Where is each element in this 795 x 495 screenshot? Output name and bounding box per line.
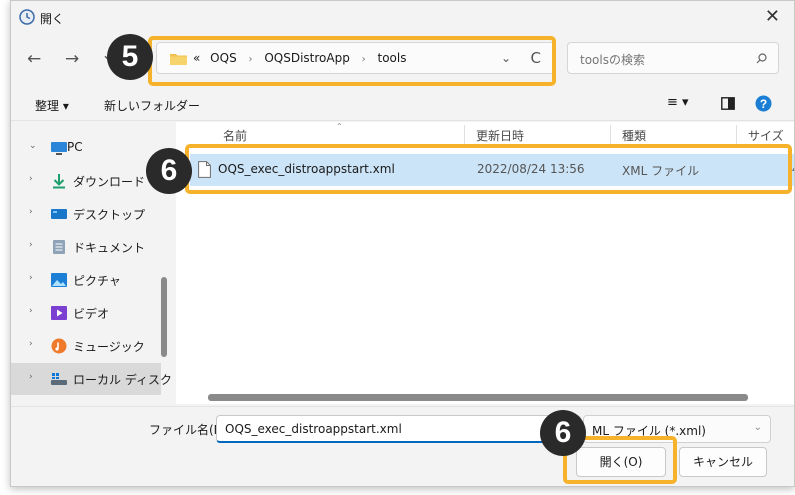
command-bar: 整理 ▾ 新しいフォルダー ≡ ▾ ? xyxy=(11,87,794,121)
view-options-menu[interactable]: ≡ ▾ xyxy=(667,95,689,110)
pictures-icon xyxy=(51,273,67,287)
sidebar-item-pictures[interactable]: › ピクチャ xyxy=(11,264,161,296)
clock-icon xyxy=(19,9,35,25)
sidebar-item-label: ダウンロード xyxy=(73,175,146,189)
document-icon xyxy=(53,240,65,254)
forward-arrow-icon[interactable]: → xyxy=(65,49,79,69)
sidebar-item-local-disk[interactable]: › ローカル ディスク (C xyxy=(11,363,189,395)
sidebar-item-desktop[interactable]: › デスクトップ xyxy=(11,198,161,230)
column-divider[interactable] xyxy=(610,125,611,145)
expand-chevron-icon[interactable]: › xyxy=(29,207,33,217)
column-header-date[interactable]: 更新日時 xyxy=(476,127,524,144)
address-bar-highlight xyxy=(148,36,556,86)
sidebar-item-videos[interactable]: › ビデオ xyxy=(11,297,161,329)
sidebar-item-label: デスクトップ xyxy=(73,208,146,222)
filename-input[interactable]: OQS_exec_distroappstart.xml xyxy=(216,415,581,443)
search-box[interactable]: toolsの検索 xyxy=(567,42,779,74)
preview-pane-icon[interactable] xyxy=(721,97,735,110)
title-bar: 開く ✕ xyxy=(11,1,794,35)
music-icon xyxy=(51,338,67,354)
drive-icon xyxy=(51,373,67,385)
new-folder-button[interactable]: 新しいフォルダー xyxy=(104,97,200,114)
sidebar-item-music[interactable]: › ミュージック xyxy=(11,330,161,362)
file-row-highlight xyxy=(185,144,792,194)
window-title: 開く xyxy=(40,12,65,26)
horizontal-scroll-thumb[interactable] xyxy=(208,394,748,401)
cancel-button[interactable]: キャンセル xyxy=(679,447,767,477)
step-badge-open: 6 xyxy=(540,410,586,456)
video-icon xyxy=(51,306,67,320)
close-icon[interactable]: ✕ xyxy=(765,6,780,27)
sidebar-item-pc[interactable]: ⌄ PC xyxy=(11,132,161,164)
desktop-icon xyxy=(51,209,67,219)
expand-chevron-icon[interactable]: › xyxy=(29,372,33,382)
chevron-down-icon: ⌄ xyxy=(753,422,762,433)
help-icon[interactable]: ? xyxy=(755,95,772,112)
column-header-type[interactable]: 種類 xyxy=(622,127,646,144)
svg-text:?: ? xyxy=(760,97,767,111)
sidebar-item-documents[interactable]: › ドキュメント xyxy=(11,231,161,263)
expand-chevron-icon[interactable]: › xyxy=(29,174,33,184)
search-placeholder: toolsの検索 xyxy=(580,53,645,67)
expand-chevron-icon[interactable]: › xyxy=(29,240,33,250)
navigation-scrollbar[interactable] xyxy=(161,277,167,357)
sort-caret-icon: ⌃ xyxy=(336,122,343,131)
step-badge-file: 6 xyxy=(146,148,192,194)
download-icon xyxy=(53,174,65,189)
column-divider[interactable] xyxy=(736,125,737,145)
sidebar-item-label: ドキュメント xyxy=(73,241,146,255)
search-icon xyxy=(756,53,767,64)
column-header-name[interactable]: 名前 xyxy=(223,127,247,144)
expand-chevron-icon[interactable]: › xyxy=(29,306,33,316)
sidebar-item-label: ピクチャ xyxy=(73,274,121,288)
sidebar-item-label: ビデオ xyxy=(73,307,110,321)
column-divider[interactable] xyxy=(464,125,465,145)
sidebar-item-label: ローカル ディスク (C xyxy=(73,373,189,387)
back-arrow-icon[interactable]: ← xyxy=(27,49,41,69)
organize-menu[interactable]: 整理 ▾ xyxy=(35,97,69,114)
pc-icon xyxy=(51,142,67,155)
sidebar-item-label: ミュージック xyxy=(73,340,145,354)
expand-chevron-icon[interactable]: › xyxy=(29,273,33,283)
sidebar-item-label: PC xyxy=(67,140,83,154)
step-badge-address: 5 xyxy=(107,34,153,80)
expand-chevron-icon[interactable]: › xyxy=(29,339,33,349)
expand-chevron-icon[interactable]: ⌄ xyxy=(29,141,37,151)
filename-value: OQS_exec_distroappstart.xml xyxy=(225,422,402,436)
sidebar-item-downloads[interactable]: › ダウンロード xyxy=(11,165,161,197)
column-header-size[interactable]: サイズ xyxy=(748,127,784,144)
